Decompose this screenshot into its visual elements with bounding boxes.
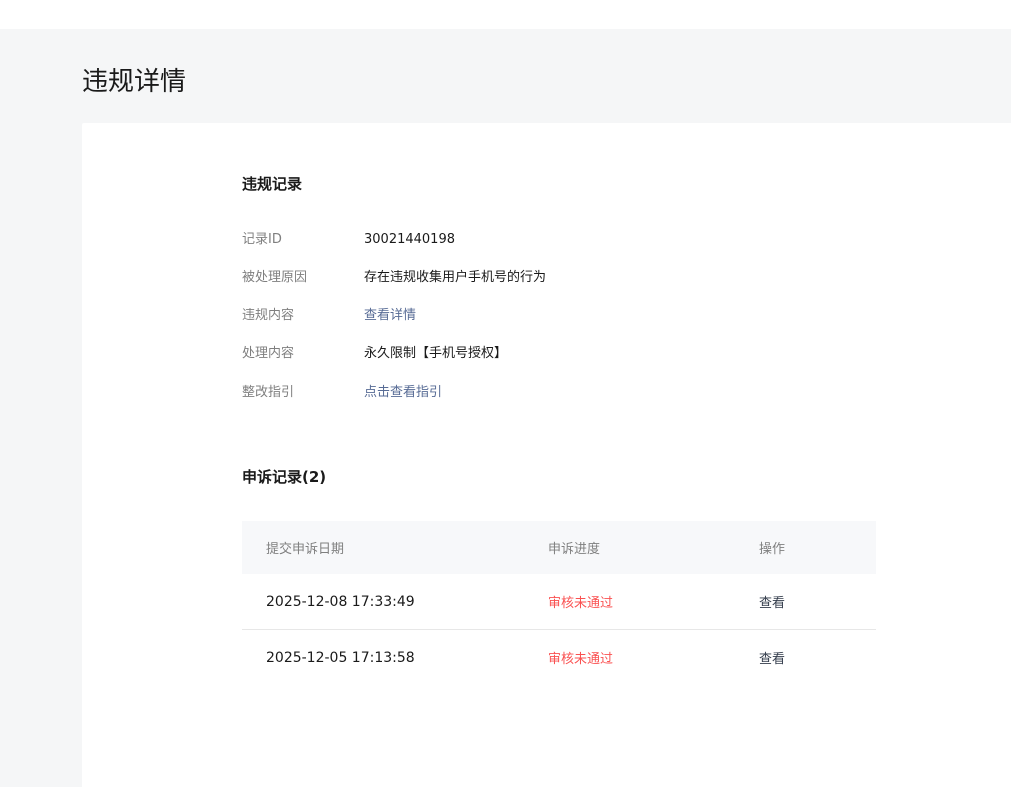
view-guide-link[interactable]: 点击查看指引 bbox=[364, 382, 442, 404]
column-header-progress: 申诉进度 bbox=[548, 542, 601, 557]
violation-content-label: 违规内容 bbox=[242, 308, 295, 323]
reason-value: 存在违规收集用户手机号的行为 bbox=[364, 270, 547, 285]
page-title: 违规详情 bbox=[82, 67, 187, 97]
record-id-value: 30021440198 bbox=[364, 232, 455, 247]
info-row-rectification: 整改指引 点击查看指引 bbox=[242, 382, 842, 404]
appeal-date: 2025-12-05 17:13:58 bbox=[266, 649, 415, 666]
info-row-penalty: 处理内容 永久限制【手机号授权】 bbox=[242, 343, 842, 365]
detail-card: 违规记录 记录ID 30021440198 被处理原因 存在违规收集用户手机号的… bbox=[82, 123, 1011, 787]
penalty-value: 永久限制【手机号授权】 bbox=[364, 346, 508, 361]
appeal-date: 2025-12-08 17:33:49 bbox=[266, 593, 415, 610]
top-bar bbox=[0, 0, 1011, 29]
record-id-label: 记录ID bbox=[242, 232, 282, 247]
view-details-link[interactable]: 查看详情 bbox=[364, 305, 416, 327]
appeal-status: 审核未通过 bbox=[548, 596, 614, 611]
column-header-date: 提交申诉日期 bbox=[266, 542, 345, 557]
rectification-label: 整改指引 bbox=[242, 385, 295, 400]
violation-record-title: 违规记录 bbox=[242, 175, 303, 193]
penalty-label: 处理内容 bbox=[242, 346, 295, 361]
reason-label: 被处理原因 bbox=[242, 270, 308, 285]
table-row: 2025-12-05 17:13:58 审核未通过 查看 bbox=[242, 630, 876, 685]
view-appeal-link[interactable]: 查看 bbox=[759, 574, 785, 629]
info-row-violation-content: 违规内容 查看详情 bbox=[242, 305, 842, 327]
column-header-action: 操作 bbox=[759, 542, 786, 557]
appeal-table: 提交申诉日期 申诉进度 操作 2025-12-08 17:33:49 审核未通过… bbox=[242, 521, 876, 685]
appeal-record-title: 申诉记录(2) bbox=[242, 468, 327, 486]
table-header: 提交申诉日期 申诉进度 操作 bbox=[242, 521, 876, 574]
view-appeal-link[interactable]: 查看 bbox=[759, 630, 785, 685]
appeal-status: 审核未通过 bbox=[548, 652, 614, 667]
info-row-reason: 被处理原因 存在违规收集用户手机号的行为 bbox=[242, 267, 842, 289]
table-row: 2025-12-08 17:33:49 审核未通过 查看 bbox=[242, 574, 876, 630]
info-row-record-id: 记录ID 30021440198 bbox=[242, 229, 842, 251]
